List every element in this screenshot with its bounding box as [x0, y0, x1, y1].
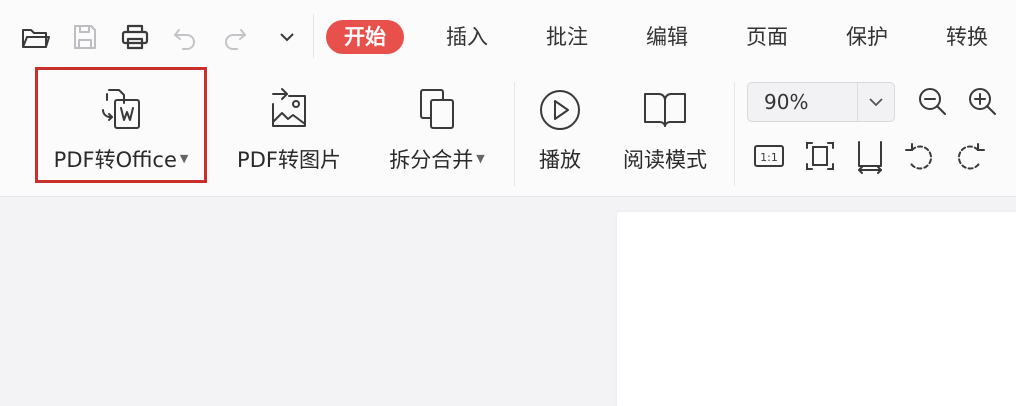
- tab-protect[interactable]: 保护: [846, 20, 888, 54]
- tab-edit[interactable]: 编辑: [646, 20, 688, 54]
- separator: [514, 82, 515, 186]
- rotate-right-icon[interactable]: [952, 138, 988, 174]
- split-merge-label: 拆分合并: [389, 148, 474, 172]
- rotate-left-icon[interactable]: [902, 138, 938, 174]
- pdf-to-image-label: PDF转图片: [237, 148, 341, 172]
- tab-insert[interactable]: 插入: [446, 20, 488, 54]
- tab-comment[interactable]: 批注: [546, 20, 588, 54]
- highlight-box: [35, 67, 207, 183]
- svg-text:1:1: 1:1: [760, 151, 778, 164]
- actual-size-icon[interactable]: 1:1: [751, 138, 787, 174]
- open-folder-icon[interactable]: [20, 22, 50, 52]
- document-page[interactable]: [617, 212, 1016, 406]
- redo-icon[interactable]: [220, 22, 250, 52]
- tab-home[interactable]: 开始: [326, 20, 404, 54]
- print-icon[interactable]: [120, 22, 150, 52]
- tab-page[interactable]: 页面: [746, 20, 788, 54]
- separator: [313, 14, 314, 58]
- dropdown-caret-icon: ▼: [476, 152, 485, 165]
- separator: [734, 82, 735, 186]
- zoom-in-icon[interactable]: [964, 84, 1000, 120]
- zoom-select[interactable]: 90%: [747, 82, 895, 122]
- pdf-to-image-icon: [263, 84, 315, 136]
- split-merge-button[interactable]: 拆分合并 ▼: [376, 78, 498, 188]
- book-icon: [639, 84, 691, 136]
- quick-access-bar: 开始 插入 批注 编辑 页面 保护 转换: [0, 0, 1016, 68]
- pdf-to-image-button[interactable]: PDF转图片: [226, 78, 352, 188]
- play-button[interactable]: 播放: [528, 78, 592, 188]
- zoom-out-icon[interactable]: [914, 84, 950, 120]
- reading-mode-button[interactable]: 阅读模式: [610, 78, 720, 188]
- chevron-down-icon[interactable]: [857, 83, 894, 121]
- toolbar: 开始 插入 批注 编辑 页面 保护 转换 PDF转Office ▼ PDF转图片…: [0, 0, 1016, 197]
- undo-icon[interactable]: [170, 22, 200, 52]
- play-icon: [534, 84, 586, 136]
- zoom-value: 90%: [764, 90, 809, 114]
- reading-mode-label: 阅读模式: [623, 148, 707, 172]
- customize-dropdown-icon[interactable]: [272, 22, 302, 52]
- save-icon[interactable]: [70, 22, 100, 52]
- fit-width-icon[interactable]: [852, 138, 888, 174]
- play-label: 播放: [539, 148, 581, 172]
- tab-convert[interactable]: 转换: [946, 20, 988, 54]
- fit-page-icon[interactable]: [802, 138, 838, 174]
- split-merge-icon: [411, 84, 463, 136]
